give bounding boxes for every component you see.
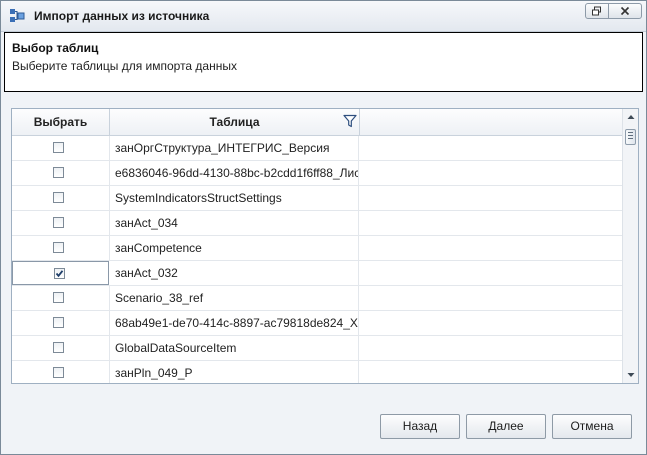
- row-checkbox[interactable]: [53, 292, 64, 303]
- select-cell[interactable]: [12, 211, 110, 235]
- row-checkbox[interactable]: [53, 367, 64, 378]
- select-cell[interactable]: [12, 161, 110, 185]
- select-cell-focused[interactable]: [12, 261, 109, 285]
- table-name-cell: Scenario_38_ref: [110, 286, 359, 310]
- column-header-select[interactable]: Выбрать: [12, 109, 110, 135]
- window-title: Импорт данных из источника: [34, 9, 210, 23]
- close-button[interactable]: [608, 3, 642, 19]
- filter-icon[interactable]: [343, 114, 357, 128]
- table-name-cell: GlobalDataSourceItem: [110, 336, 359, 360]
- table-name-cell: 68ab49e1-de70-414c-8897-ac79818de824_Хс: [110, 311, 359, 335]
- title-bar[interactable]: Импорт данных из источника: [1, 1, 646, 32]
- import-dialog: Импорт данных из источника Выбор таблиц …: [0, 0, 647, 455]
- row-checkbox[interactable]: [53, 142, 64, 153]
- table-name-cell: занCompetence: [110, 236, 359, 260]
- row-checkbox[interactable]: [53, 192, 64, 203]
- row-checkbox[interactable]: [53, 317, 64, 328]
- select-cell[interactable]: [12, 336, 110, 360]
- restore-button[interactable]: [585, 3, 609, 19]
- table-row[interactable]: SystemIndicatorsStructSettings: [12, 186, 622, 211]
- next-button[interactable]: Далее: [466, 414, 546, 439]
- back-button[interactable]: Назад: [380, 414, 460, 439]
- table-row[interactable]: GlobalDataSourceItem: [12, 336, 622, 361]
- table-row[interactable]: занAct_034: [12, 211, 622, 236]
- table-row[interactable]: занCompetence: [12, 236, 622, 261]
- column-header-table-label: Таблица: [209, 115, 260, 129]
- vertical-scrollbar[interactable]: [622, 109, 639, 383]
- scrollbar-thumb[interactable]: [625, 129, 636, 145]
- column-header-table[interactable]: Таблица: [110, 109, 360, 135]
- select-cell[interactable]: [12, 286, 110, 310]
- table-name-cell: e6836046-96dd-4130-88bc-b2cdd1f6ff88_Лис…: [110, 161, 359, 185]
- grid-rows: занОргСтруктура_ИНТЕГРИС_Версия e6836046…: [12, 136, 622, 383]
- table-row[interactable]: занAct_032: [12, 261, 622, 286]
- cancel-button[interactable]: Отмена: [552, 414, 632, 439]
- step-title: Выбор таблиц: [12, 41, 99, 55]
- select-cell[interactable]: [12, 236, 110, 260]
- checkmark-icon: [55, 270, 64, 278]
- table-row[interactable]: 68ab49e1-de70-414c-8897-ac79818de824_Хс: [12, 311, 622, 336]
- step-subtitle: Выберите таблицы для импорта данных: [12, 59, 237, 73]
- close-icon: [620, 6, 630, 16]
- table-name-cell: занОргСтруктура_ИНТЕГРИС_Версия: [110, 136, 359, 160]
- select-cell[interactable]: [12, 186, 110, 210]
- select-cell[interactable]: [12, 311, 110, 335]
- row-checkbox[interactable]: [53, 167, 64, 178]
- row-checkbox[interactable]: [54, 268, 65, 279]
- table-row[interactable]: занОргСтруктура_ИНТЕГРИС_Версия: [12, 136, 622, 161]
- row-checkbox[interactable]: [53, 342, 64, 353]
- table-name-cell: SystemIndicatorsStructSettings: [110, 186, 359, 210]
- step-header: Выбор таблиц Выберите таблицы для импорт…: [4, 32, 643, 92]
- import-app-icon: [10, 9, 25, 22]
- row-checkbox[interactable]: [53, 242, 64, 253]
- scroll-up-icon[interactable]: [623, 109, 639, 125]
- tables-grid: Выбрать Таблица занОргСтруктура_ИНТЕГРИС…: [11, 108, 639, 384]
- table-row[interactable]: Scenario_38_ref: [12, 286, 622, 311]
- table-name-cell: занPln_049_P: [110, 361, 359, 383]
- table-row[interactable]: e6836046-96dd-4130-88bc-b2cdd1f6ff88_Лис…: [12, 161, 622, 186]
- scroll-down-icon[interactable]: [623, 367, 639, 383]
- select-cell[interactable]: [12, 136, 110, 160]
- row-checkbox[interactable]: [53, 217, 64, 228]
- table-name-cell: занAct_034: [110, 211, 359, 235]
- table-name-cell: занAct_032: [110, 261, 359, 285]
- restore-icon: [592, 6, 601, 16]
- select-cell[interactable]: [12, 361, 110, 383]
- grid-header: Выбрать Таблица: [12, 109, 622, 136]
- table-row[interactable]: занPln_049_P: [12, 361, 622, 383]
